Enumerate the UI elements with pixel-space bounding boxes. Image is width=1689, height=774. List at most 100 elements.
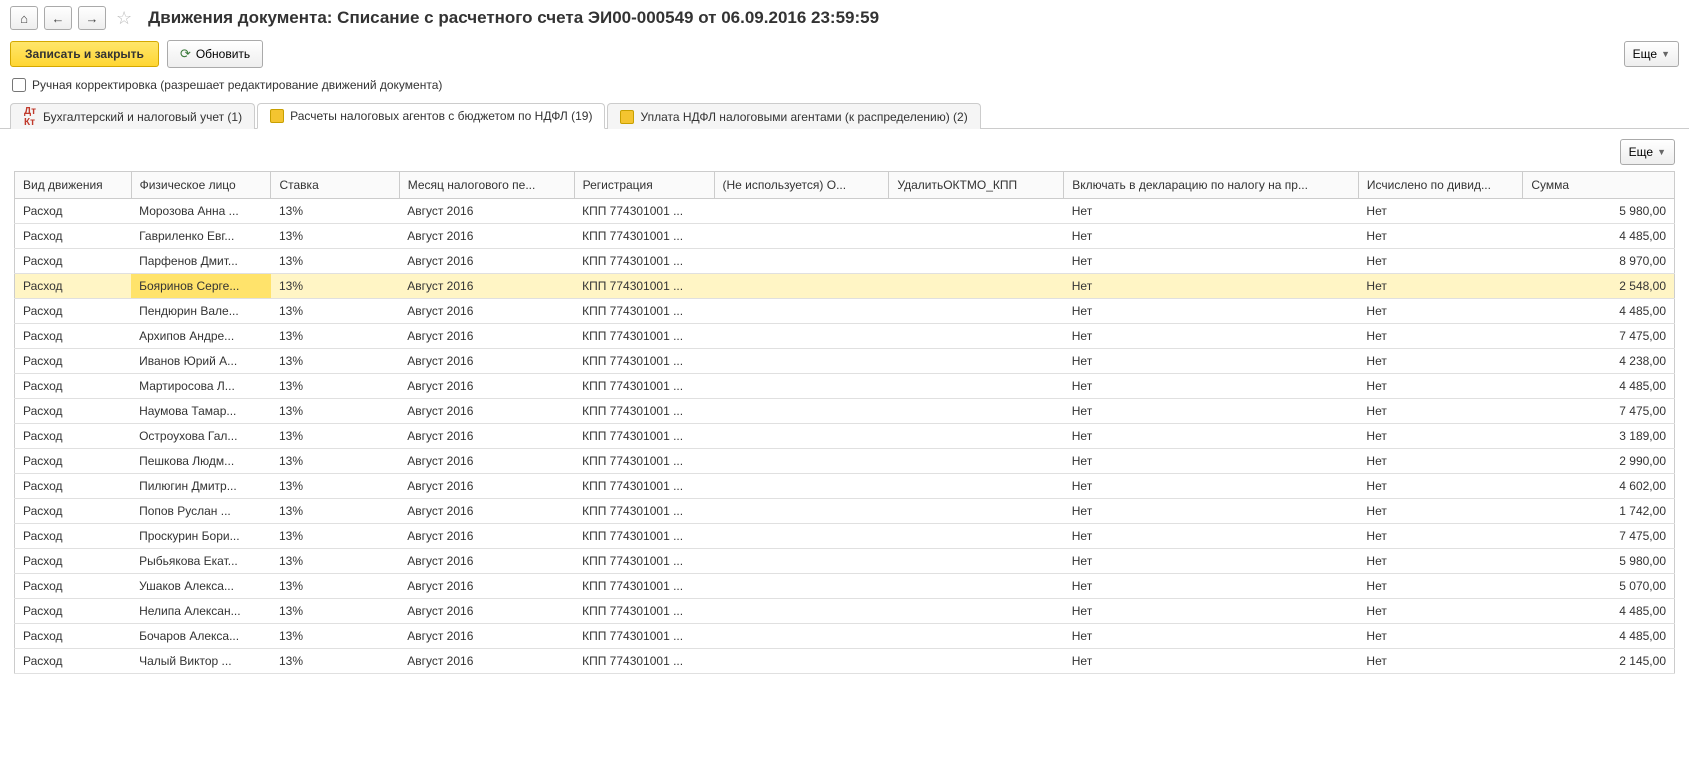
cell-person: Пешкова Людм... [131,449,271,474]
col-oktmo[interactable]: УдалитьОКТМО_КПП [889,172,1064,199]
table-row[interactable]: РасходРыбьякова Екат...13%Август 2016КПП… [15,549,1675,574]
table-row[interactable]: РасходАрхипов Андре...13%Август 2016КПП … [15,324,1675,349]
tabs-bar: ДтКт Бухгалтерский и налоговый учет (1) … [0,102,1689,129]
table-row[interactable]: РасходПендюрин Вале...13%Август 2016КПП … [15,299,1675,324]
tab-ndfl-distribution[interactable]: Уплата НДФЛ налоговыми агентами (к распр… [607,103,980,129]
cell-oktmo [889,474,1064,499]
cell-reg: КПП 774301001 ... [574,624,714,649]
tab-label: Расчеты налоговых агентов с бюджетом по … [290,109,592,123]
cell-reg: КПП 774301001 ... [574,499,714,524]
table-row[interactable]: РасходМартиросова Л...13%Август 2016КПП … [15,374,1675,399]
tab-label: Уплата НДФЛ налоговыми агентами (к распр… [640,110,967,124]
tab-accounting[interactable]: ДтКт Бухгалтерский и налоговый учет (1) [10,103,255,129]
cell-sum: 4 485,00 [1523,599,1675,624]
cell-decl: Нет [1064,349,1359,374]
cell-move: Расход [15,574,132,599]
cell-oktmo [889,299,1064,324]
back-button[interactable]: ← [44,6,72,30]
cell-unused [714,424,889,449]
cell-reg: КПП 774301001 ... [574,374,714,399]
cell-month: Август 2016 [399,599,574,624]
col-sum[interactable]: Сумма [1523,172,1675,199]
cell-reg: КПП 774301001 ... [574,574,714,599]
col-decl[interactable]: Включать в декларацию по налогу на пр... [1064,172,1359,199]
table-row[interactable]: РасходПопов Руслан ...13%Август 2016КПП … [15,499,1675,524]
cell-oktmo [889,574,1064,599]
cell-reg: КПП 774301001 ... [574,299,714,324]
cell-sum: 4 485,00 [1523,624,1675,649]
cell-oktmo [889,224,1064,249]
cell-reg: КПП 774301001 ... [574,449,714,474]
cell-rate: 13% [271,424,399,449]
cell-reg: КПП 774301001 ... [574,224,714,249]
table-row[interactable]: РасходБочаров Алекса...13%Август 2016КПП… [15,624,1675,649]
col-rate[interactable]: Ставка [271,172,399,199]
cell-month: Август 2016 [399,199,574,224]
col-unused[interactable]: (Не используется) О... [714,172,889,199]
favorite-star-icon[interactable]: ☆ [112,8,136,29]
cell-divid: Нет [1358,499,1522,524]
cell-divid: Нет [1358,624,1522,649]
chevron-down-icon: ▼ [1657,147,1666,157]
cell-oktmo [889,274,1064,299]
cell-decl: Нет [1064,299,1359,324]
cell-sum: 4 485,00 [1523,374,1675,399]
cell-reg: КПП 774301001 ... [574,324,714,349]
cell-person: Иванов Юрий А... [131,349,271,374]
cell-sum: 5 070,00 [1523,574,1675,599]
cell-month: Август 2016 [399,224,574,249]
cell-rate: 13% [271,224,399,249]
forward-button[interactable]: → [78,6,106,30]
cell-reg: КПП 774301001 ... [574,424,714,449]
table-row[interactable]: РасходПроскурин Бори...13%Август 2016КПП… [15,524,1675,549]
manual-edit-checkbox[interactable] [12,78,26,92]
table-row[interactable]: РасходЧалый Виктор ...13%Август 2016КПП … [15,649,1675,674]
table-row[interactable]: РасходОстроухова Гал...13%Август 2016КПП… [15,424,1675,449]
table-toolbar: Еще ▼ [0,129,1689,171]
refresh-button[interactable]: ⟳ Обновить [167,40,263,68]
cell-divid: Нет [1358,324,1522,349]
cell-unused [714,574,889,599]
cell-month: Август 2016 [399,424,574,449]
cell-rate: 13% [271,299,399,324]
col-reg[interactable]: Регистрация [574,172,714,199]
cell-unused [714,349,889,374]
col-person[interactable]: Физическое лицо [131,172,271,199]
cell-rate: 13% [271,574,399,599]
table-row[interactable]: РасходНелипа Алексан...13%Август 2016КПП… [15,599,1675,624]
table-row[interactable]: РасходБояринов Серге...13%Август 2016КПП… [15,274,1675,299]
table-more-button[interactable]: Еще ▼ [1620,139,1675,165]
col-month[interactable]: Месяц налогового пе... [399,172,574,199]
cell-rate: 13% [271,599,399,624]
cell-divid: Нет [1358,474,1522,499]
cell-move: Расход [15,399,132,424]
cell-unused [714,599,889,624]
cell-month: Август 2016 [399,299,574,324]
cell-oktmo [889,324,1064,349]
table-row[interactable]: РасходМорозова Анна ...13%Август 2016КПП… [15,199,1675,224]
table-row[interactable]: РасходПилюгин Дмитр...13%Август 2016КПП … [15,474,1675,499]
more-button[interactable]: Еще ▼ [1624,41,1679,67]
cell-decl: Нет [1064,324,1359,349]
cell-move: Расход [15,449,132,474]
table-row[interactable]: РасходПешкова Людм...13%Август 2016КПП 7… [15,449,1675,474]
table-row[interactable]: РасходПарфенов Дмит...13%Август 2016КПП … [15,249,1675,274]
save-close-button[interactable]: Записать и закрыть [10,41,159,67]
cell-unused [714,549,889,574]
cell-person: Архипов Андре... [131,324,271,349]
table-row[interactable]: РасходНаумова Тамар...13%Август 2016КПП … [15,399,1675,424]
cell-unused [714,324,889,349]
col-move[interactable]: Вид движения [15,172,132,199]
table-row[interactable]: РасходИванов Юрий А...13%Август 2016КПП … [15,349,1675,374]
more-label: Еще [1633,47,1657,61]
cell-reg: КПП 774301001 ... [574,649,714,674]
cell-month: Август 2016 [399,324,574,349]
cell-sum: 4 602,00 [1523,474,1675,499]
col-divid[interactable]: Исчислено по дивид... [1358,172,1522,199]
cell-reg: КПП 774301001 ... [574,549,714,574]
home-button[interactable]: ⌂ [10,6,38,30]
tab-ndfl-budget[interactable]: Расчеты налоговых агентов с бюджетом по … [257,103,605,129]
table-row[interactable]: РасходГавриленко Евг...13%Август 2016КПП… [15,224,1675,249]
table-row[interactable]: РасходУшаков Алекса...13%Август 2016КПП … [15,574,1675,599]
cell-month: Август 2016 [399,549,574,574]
